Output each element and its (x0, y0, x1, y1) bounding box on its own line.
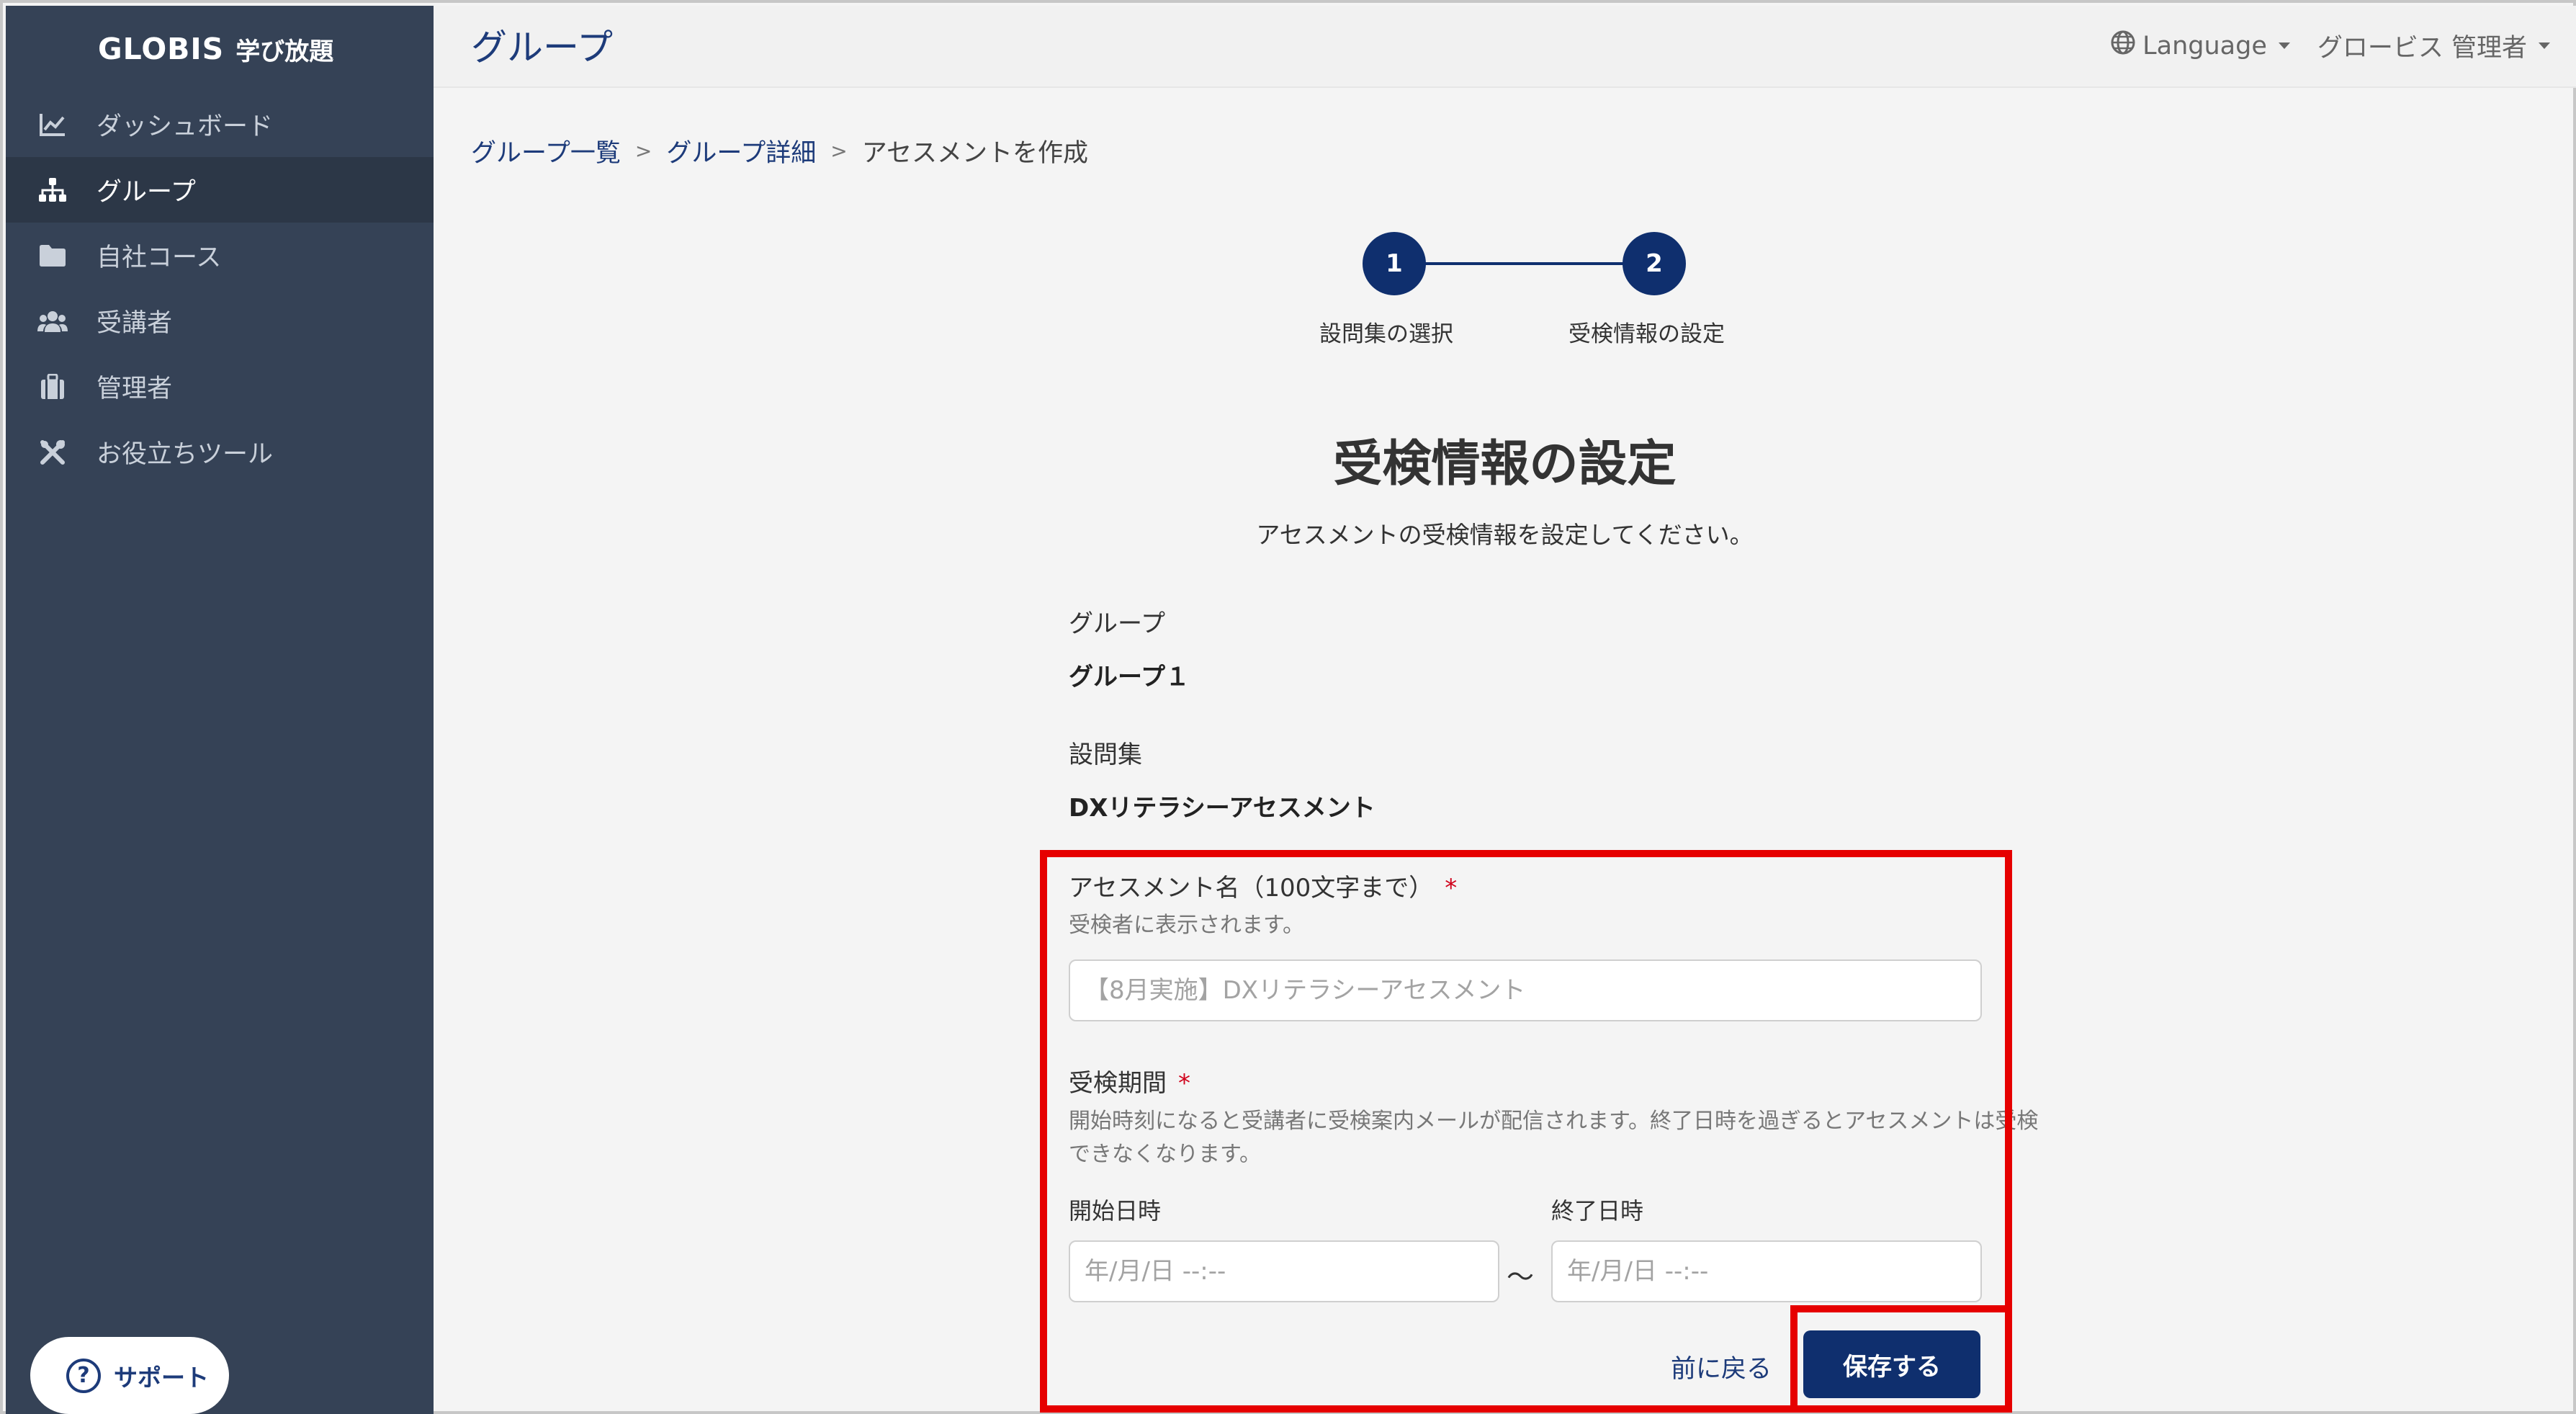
sidebar-item-admins[interactable]: 管理者 (6, 354, 434, 419)
sitemap-icon (37, 175, 68, 205)
sidebar-nav: ダッシュボード グループ 自社コース 受講者 管理者 お役立ちツール (6, 91, 434, 485)
sidebar-item-group[interactable]: グループ (6, 157, 434, 223)
breadcrumb-separator: > (830, 139, 848, 163)
globis-logo[interactable]: GLOBIS 学び放題 (98, 27, 333, 71)
page-title: グループ (471, 27, 613, 68)
sidebar: GLOBIS 学び放題 ダッシュボード グループ 自社コース 受講者 管理者 お… (6, 6, 434, 1414)
breadcrumb-current: アセスメントを作成 (861, 139, 1089, 168)
breadcrumb-group-list[interactable]: グループ一覧 (471, 133, 621, 169)
sidebar-item-learners[interactable]: 受講者 (6, 288, 434, 354)
stepper-connector (1394, 262, 1654, 265)
language-dropdown[interactable]: Language (2111, 30, 2290, 61)
step-2-circle: 2 (1623, 232, 1686, 295)
top-header: グループ Language グロービス 管理者 (434, 6, 2576, 88)
brand-subtitle: 学び放題 (235, 37, 334, 66)
sidebar-item-label: ダッシュボード (97, 112, 274, 141)
question-circle-icon: ? (66, 1358, 101, 1393)
group-value: グループ１ (1069, 663, 1190, 692)
sidebar-item-label: グループ (97, 178, 196, 207)
section-title: 受検情報の設定 (1333, 436, 1677, 493)
step-1-circle: 1 (1363, 232, 1426, 295)
user-name: グロービス 管理者 (2317, 34, 2527, 63)
step-1-label: 設問集の選択 (1319, 321, 1453, 347)
breadcrumb-separator: > (634, 139, 652, 163)
support-label: サポート (114, 1363, 209, 1392)
caret-down-icon (2278, 42, 2290, 49)
app-window: GLOBIS 学び放題 ダッシュボード グループ 自社コース 受講者 管理者 お… (0, 0, 2576, 1414)
highlight-box-save (1790, 1305, 2012, 1413)
section-description: アセスメントの受検情報を設定してください。 (1256, 521, 1754, 549)
breadcrumb-group-detail[interactable]: グループ詳細 (666, 133, 816, 169)
sidebar-item-label: 受講者 (97, 309, 173, 338)
folder-icon (37, 241, 68, 271)
header-actions: Language グロービス 管理者 (2111, 27, 2550, 64)
sidebar-item-company-courses[interactable]: 自社コース (6, 223, 434, 288)
sidebar-item-label: 管理者 (97, 375, 173, 403)
sidebar-item-label: 自社コース (97, 243, 222, 272)
user-menu-dropdown[interactable]: グロービス 管理者 (2317, 27, 2550, 64)
breadcrumb: グループ一覧 > グループ詳細 > アセスメントを作成 (471, 133, 1088, 169)
tools-icon (37, 437, 68, 467)
chart-line-icon (37, 109, 68, 140)
globe-icon (2111, 30, 2135, 61)
question-set-value: DXリテラシーアセスメント (1069, 794, 1375, 823)
main-content: グループ一覧 > グループ詳細 > アセスメントを作成 1 設問集の選択 2 受… (434, 88, 2576, 1414)
briefcase-icon (37, 372, 68, 402)
support-button[interactable]: ? サポート (30, 1337, 229, 1414)
brand-name: GLOBIS (98, 32, 225, 66)
language-label: Language (2142, 31, 2267, 61)
step-2-label: 受検情報の設定 (1569, 321, 1725, 347)
sidebar-item-label: お役立ちツール (97, 440, 274, 469)
caret-down-icon (2539, 42, 2550, 49)
users-icon (37, 306, 68, 336)
sidebar-item-tools[interactable]: お役立ちツール (6, 419, 434, 485)
question-set-label: 設問集 (1069, 740, 1142, 769)
sidebar-item-dashboard[interactable]: ダッシュボード (6, 91, 434, 157)
group-label: グループ (1069, 609, 1165, 638)
